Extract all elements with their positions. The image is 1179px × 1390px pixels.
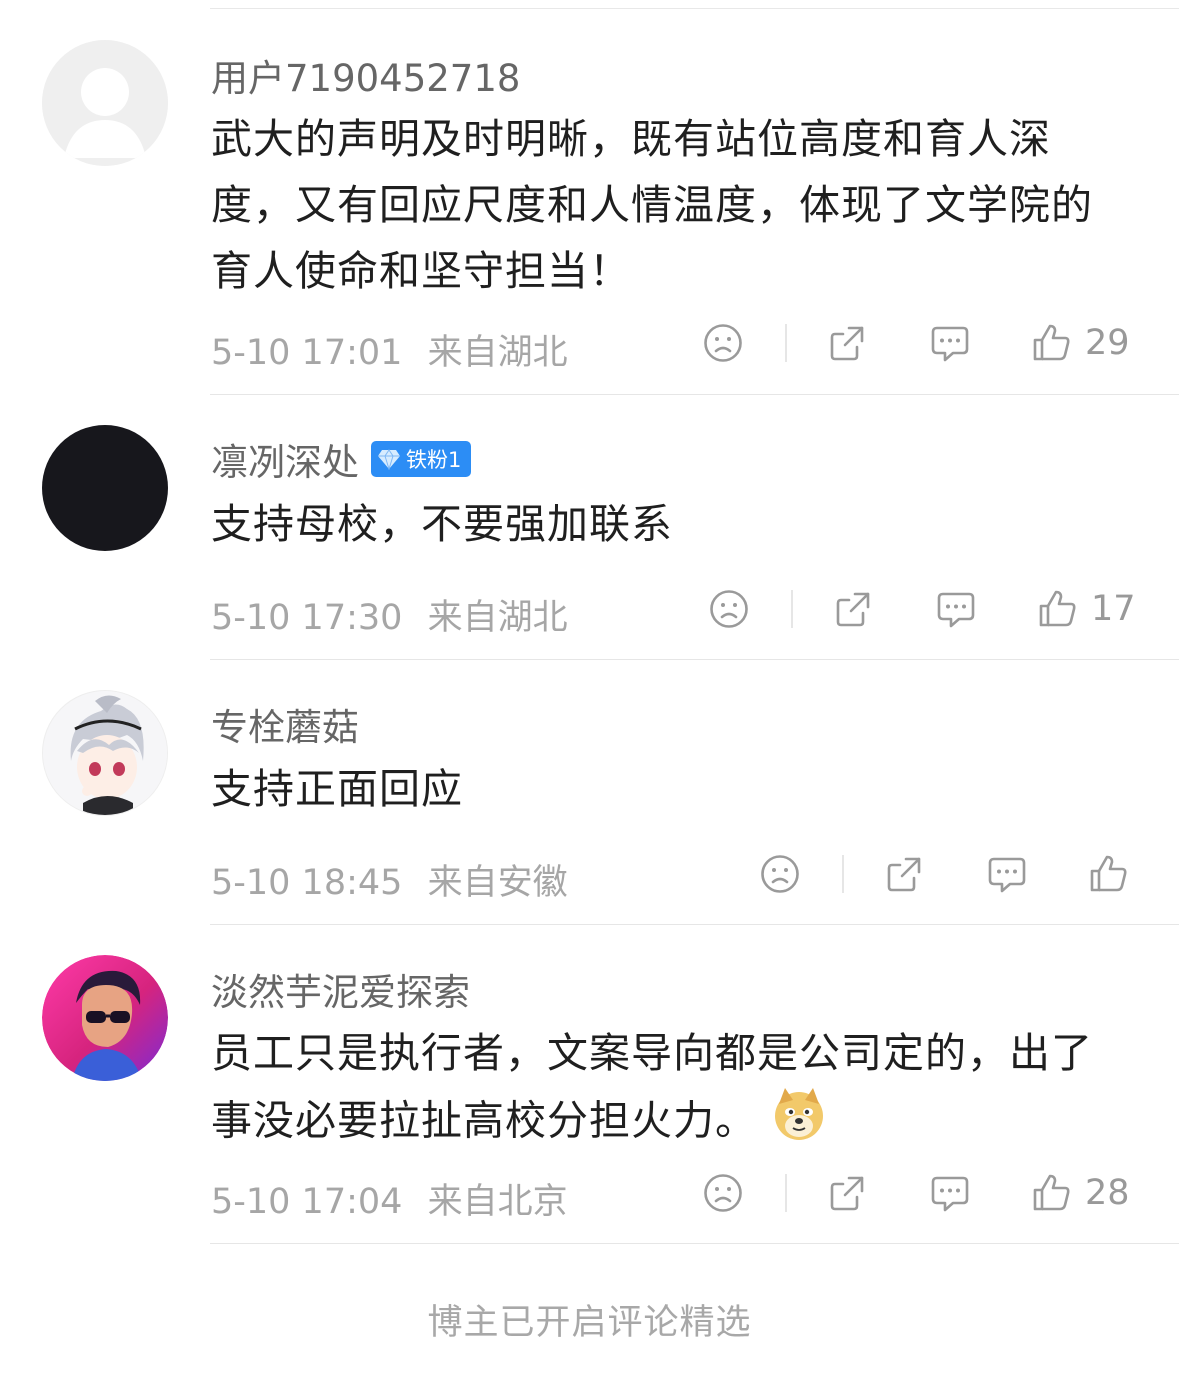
action-bar: 28 — [703, 1172, 1130, 1214]
avatar[interactable] — [42, 40, 168, 166]
avatar[interactable] — [42, 425, 168, 551]
like-button[interactable]: 17 — [1037, 588, 1136, 630]
comment-text-body: 员工只是执行者，文案导向都是公司定的，出了事没必要拉扯高校分担火力。 — [211, 1029, 1093, 1145]
sad-face-icon — [704, 324, 742, 362]
like-count: 17 — [1091, 589, 1136, 629]
share-button[interactable] — [827, 323, 867, 363]
like-button[interactable]: 29 — [1031, 322, 1130, 364]
divider — [210, 1243, 1179, 1244]
share-icon — [830, 326, 864, 361]
thumbs-up-icon — [1039, 590, 1076, 627]
comment-time: 5-10 17:30 — [211, 598, 403, 638]
comment-text: 武大的声明及时明晰，既有站位高度和育人深度，又有回应尺度和人情温度，体现了文学院… — [211, 115, 1093, 295]
like-count: 29 — [1085, 323, 1130, 363]
like-count: 28 — [1085, 1173, 1130, 1213]
comment-icon — [988, 857, 1026, 893]
username[interactable]: 凛冽深处 铁粉1 — [211, 432, 472, 486]
avatar[interactable] — [42, 690, 168, 816]
divider — [210, 394, 1179, 395]
sad-face-icon — [704, 1174, 742, 1212]
action-bar — [760, 853, 1142, 895]
reply-button[interactable] — [986, 854, 1028, 894]
share-icon — [830, 1176, 864, 1211]
dislike-button[interactable] — [709, 589, 749, 629]
avatar[interactable] — [42, 955, 168, 1081]
comment-location: 来自湖北 — [427, 598, 568, 638]
anime-avatar-icon — [43, 691, 167, 815]
comment-meta: 5-10 17:30 来自湖北 — [211, 589, 568, 640]
like-button[interactable]: 28 — [1031, 1172, 1130, 1214]
username-text[interactable]: 专栓蘑菇 — [211, 697, 359, 751]
top-divider — [210, 8, 1179, 9]
comment-text: 支持母校，不要强加联系 — [211, 500, 673, 548]
comment-location: 来自湖北 — [427, 333, 568, 373]
comment-location: 来自安徽 — [427, 863, 568, 903]
thumbs-up-icon — [1033, 1174, 1070, 1211]
comment-meta: 5-10 17:04 来自北京 — [211, 1173, 568, 1224]
comment-meta: 5-10 17:01 来自湖北 — [211, 324, 568, 375]
comment-meta: 5-10 18:45 来自安徽 — [211, 854, 568, 905]
username[interactable]: 专栓蘑菇 — [211, 697, 359, 751]
comment-selection-notice: 博主已开启评论精选 — [427, 1303, 752, 1343]
sad-face-icon — [710, 590, 748, 628]
divider — [210, 659, 1179, 660]
dislike-button[interactable] — [703, 1173, 743, 1213]
reply-button[interactable] — [929, 323, 971, 363]
sunglasses-avatar-icon — [42, 955, 168, 1081]
username-text[interactable]: 用户7190452718 — [211, 48, 520, 102]
doge-emoji-icon — [771, 1086, 827, 1161]
share-icon — [887, 857, 921, 892]
fan-badge[interactable]: 铁粉1 — [371, 441, 472, 477]
action-separator — [842, 855, 844, 893]
comment-time: 5-10 17:01 — [211, 333, 403, 373]
comment-text: 支持正面回应 — [211, 765, 463, 813]
dislike-button[interactable] — [703, 323, 743, 363]
comment-icon — [931, 1176, 969, 1212]
share-button[interactable] — [827, 1173, 867, 1213]
comment-text: 员工只是执行者，文案导向都是公司定的，出了事没必要拉扯高校分担火力。 — [211, 1020, 1111, 1161]
sad-face-icon — [761, 855, 799, 893]
divider — [210, 924, 1179, 925]
action-separator — [785, 1174, 787, 1212]
share-icon — [836, 592, 870, 627]
username-text[interactable]: 凛冽深处 — [211, 432, 359, 486]
action-bar: 29 — [703, 322, 1130, 364]
share-button[interactable] — [884, 854, 924, 894]
comment-icon — [931, 326, 969, 362]
thumbs-up-icon — [1033, 324, 1070, 361]
default-avatar-icon — [42, 40, 168, 166]
share-button[interactable] — [833, 589, 873, 629]
comment-icon — [937, 592, 975, 628]
action-separator — [791, 590, 793, 628]
reply-button[interactable] — [935, 589, 977, 629]
dislike-button[interactable] — [760, 854, 800, 894]
action-separator — [785, 324, 787, 362]
comment-time: 5-10 17:04 — [211, 1182, 403, 1222]
username-text[interactable]: 淡然芋泥爱探索 — [211, 962, 470, 1016]
action-bar: 17 — [709, 588, 1136, 630]
thumbs-up-icon — [1090, 855, 1127, 892]
badge-label: 铁粉1 — [406, 448, 462, 472]
username[interactable]: 用户7190452718 — [211, 48, 520, 102]
reply-button[interactable] — [929, 1173, 971, 1213]
comment-time: 5-10 18:45 — [211, 863, 403, 903]
diamond-icon — [378, 449, 400, 470]
username[interactable]: 淡然芋泥爱探索 — [211, 962, 470, 1016]
like-button[interactable] — [1088, 853, 1142, 895]
comment-location: 来自北京 — [427, 1182, 568, 1222]
